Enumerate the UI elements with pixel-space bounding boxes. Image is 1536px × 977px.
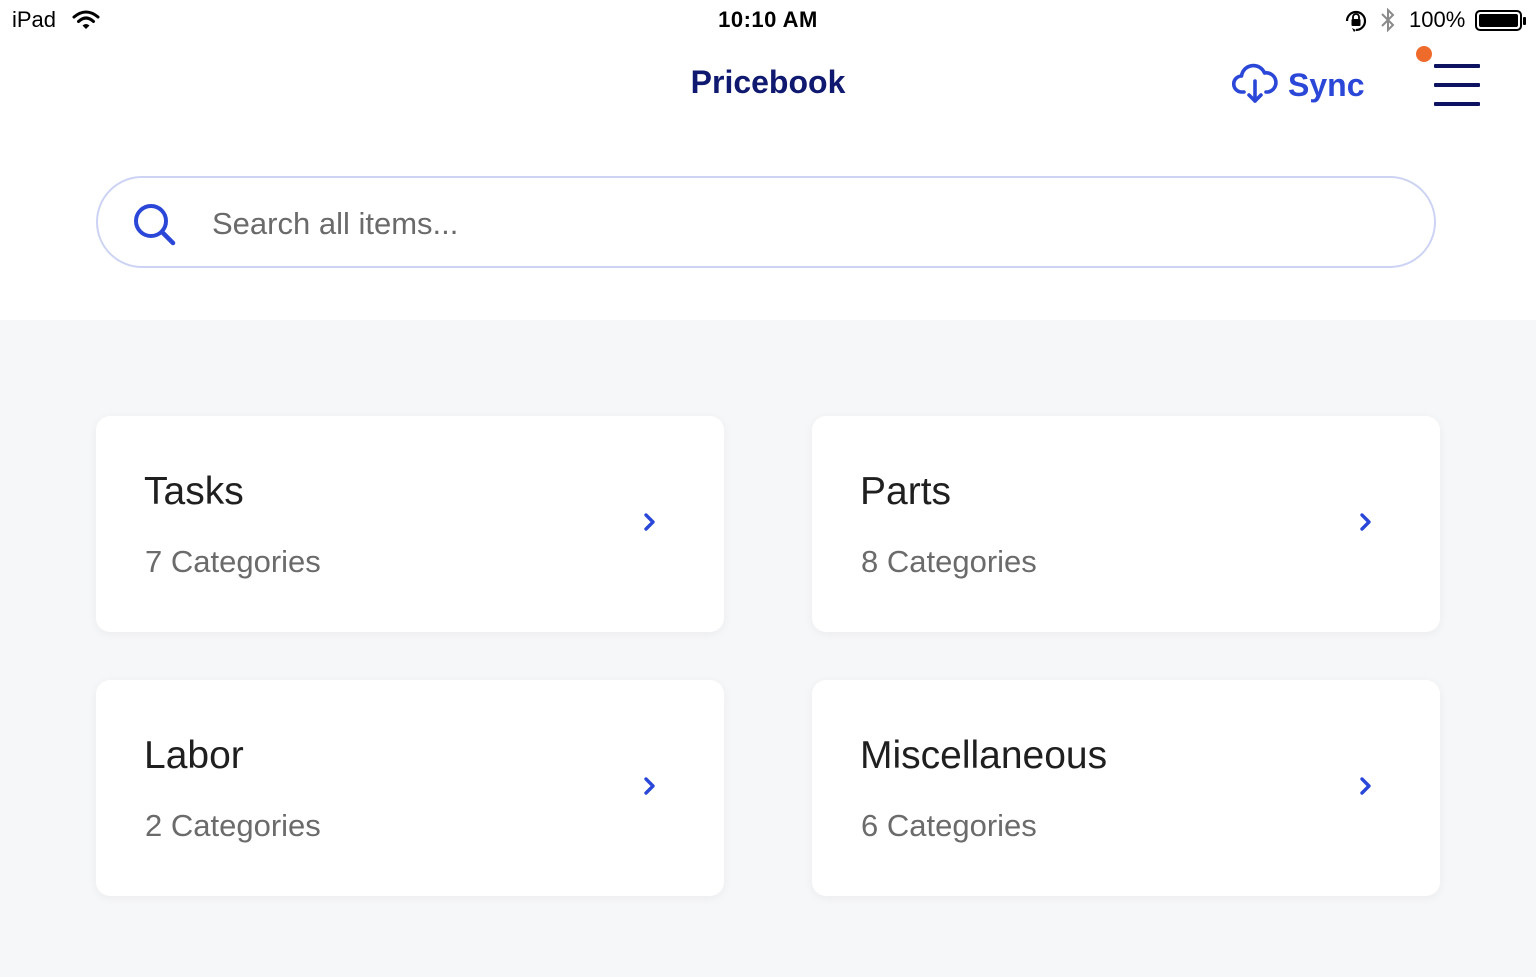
- sync-label: Sync: [1288, 66, 1365, 103]
- category-card-parts[interactable]: Parts 8 Categories: [812, 416, 1440, 632]
- battery-percentage: 100%: [1409, 7, 1466, 32]
- header-area: [0, 0, 1536, 320]
- status-time: 10:10 AM: [718, 7, 818, 32]
- battery-icon: [1475, 10, 1527, 37]
- category-card-labor[interactable]: Labor 2 Categories: [96, 680, 724, 896]
- category-count: 6 Categories: [861, 808, 1037, 843]
- cloud-download-icon: [1231, 62, 1278, 109]
- search-bar[interactable]: [96, 176, 1436, 268]
- chevron-right-icon: [1358, 512, 1374, 537]
- notification-dot: [1416, 46, 1432, 62]
- category-card-miscellaneous[interactable]: Miscellaneous 6 Categories: [812, 680, 1440, 896]
- category-count: 2 Categories: [145, 808, 321, 843]
- search-icon: [132, 202, 178, 253]
- search-input[interactable]: [210, 198, 1394, 250]
- sync-button[interactable]: Sync: [1231, 62, 1365, 109]
- bluetooth-icon: [1379, 7, 1397, 38]
- status-bar: iPad 10:10 AM 100%: [0, 0, 1536, 42]
- chevron-right-icon: [642, 776, 658, 801]
- chevron-right-icon: [642, 512, 658, 537]
- category-title: Labor: [144, 734, 244, 777]
- category-count: 8 Categories: [861, 544, 1037, 579]
- category-title: Parts: [860, 470, 952, 513]
- orientation-lock-icon: [1343, 9, 1369, 38]
- category-card-tasks[interactable]: Tasks 7 Categories: [96, 416, 724, 632]
- menu-button[interactable]: [1416, 46, 1482, 108]
- category-title: Tasks: [144, 470, 244, 513]
- chevron-right-icon: [1358, 776, 1374, 801]
- category-title: Miscellaneous: [860, 734, 1108, 777]
- category-count: 7 Categories: [145, 544, 321, 579]
